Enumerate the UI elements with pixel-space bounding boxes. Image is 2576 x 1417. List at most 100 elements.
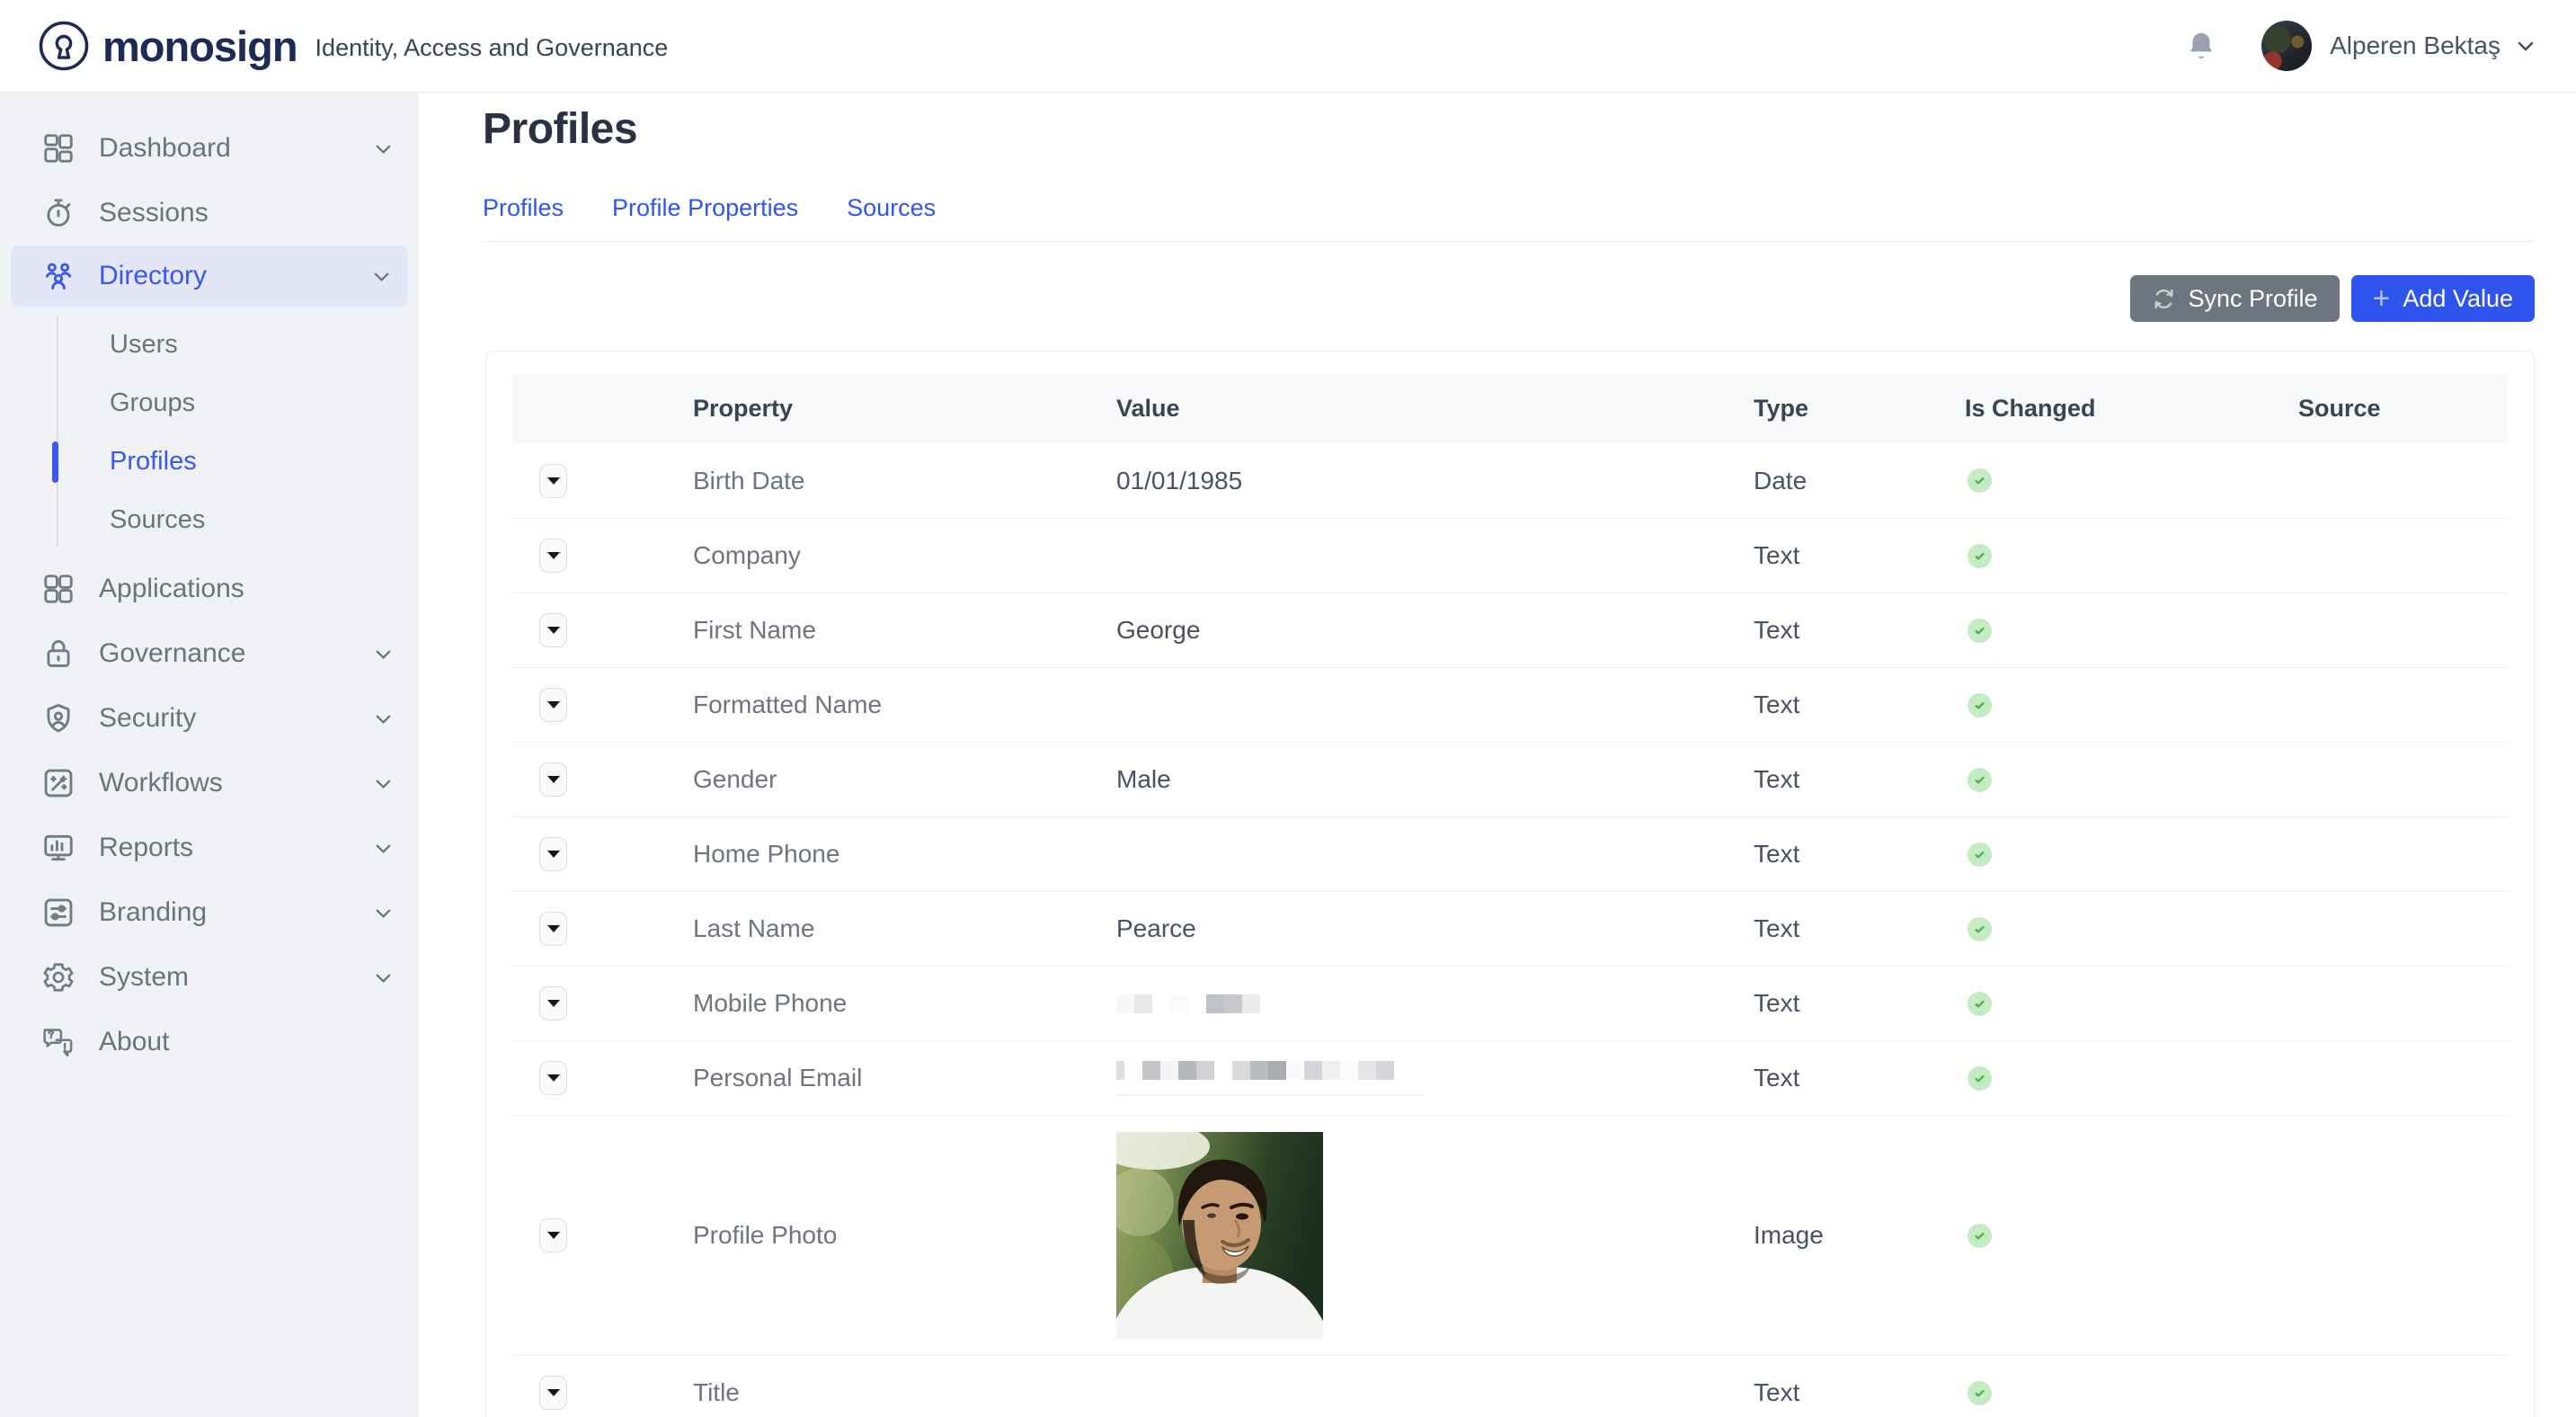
monosign-keyhole-logo-icon[interactable] <box>38 20 90 72</box>
sidebar-item-directory[interactable]: Directory <box>11 245 408 307</box>
sidebar-item-label: Governance <box>99 638 245 669</box>
caret-down-icon <box>547 925 560 932</box>
sidebar-subitem-label: Users <box>110 330 178 360</box>
sidebar-item-label: Applications <box>99 574 244 604</box>
col-header-is-changed: Is Changed <box>1965 395 2298 423</box>
user-menu-chevron-down-icon[interactable] <box>2513 33 2538 58</box>
sidebar-item-about[interactable]: About <box>0 1010 419 1074</box>
brand-name[interactable]: monosign <box>102 22 298 71</box>
type-cell: Image <box>1754 1221 1965 1250</box>
chevron-down-icon <box>371 836 395 860</box>
row-expand-button[interactable] <box>539 613 567 647</box>
sidebar-item-label: About <box>99 1027 169 1057</box>
is-changed-check-icon <box>1968 992 1992 1016</box>
property-cell: Company <box>693 541 1116 570</box>
chevron-down-icon <box>371 137 395 161</box>
property-cell: Personal Email <box>693 1064 1116 1092</box>
sidebar-item-branding[interactable]: Branding <box>0 880 419 945</box>
user-avatar[interactable] <box>2261 21 2312 71</box>
sidebar-item-users[interactable]: Users <box>0 316 419 374</box>
type-cell: Text <box>1754 914 1965 943</box>
is-changed-check-icon <box>1968 768 1992 792</box>
value-cell: Pearce <box>1116 914 1754 943</box>
sidebar-item-sessions[interactable]: Sessions <box>0 181 419 245</box>
table-row-home-phone: Home Phone Text <box>511 816 2509 891</box>
tab-sources[interactable]: Sources <box>847 194 936 222</box>
chevron-down-icon <box>371 707 395 731</box>
sidebar-item-label: Dashboard <box>99 133 231 164</box>
table-body: Birth Date 01/01/1985 Date Company Text <box>511 443 2509 1417</box>
row-expand-button[interactable] <box>539 1218 567 1252</box>
table-row-formatted-name: Formatted Name Text <box>511 667 2509 742</box>
add-value-button[interactable]: + Add Value <box>2351 275 2535 322</box>
is-changed-cell <box>1965 544 2298 568</box>
caret-down-icon <box>547 1000 560 1007</box>
brand-tagline: Identity, Access and Governance <box>315 34 669 62</box>
table-row-profile-photo: Profile Photo Image <box>511 1115 2509 1355</box>
property-cell: Gender <box>693 765 1116 794</box>
caret-down-icon <box>547 1389 560 1396</box>
plus-icon: + <box>2373 283 2391 314</box>
is-changed-cell <box>1965 468 2298 493</box>
row-expand-button[interactable] <box>539 837 567 871</box>
sidebar-item-workflows[interactable]: Workflows <box>0 751 419 815</box>
profile-properties-card: Property Value Type Is Changed Source Bi… <box>485 351 2535 1417</box>
tabs-divider <box>483 241 2535 242</box>
property-cell: Last Name <box>693 914 1116 943</box>
row-expand-button[interactable] <box>539 762 567 797</box>
is-changed-check-icon <box>1968 917 1992 941</box>
sync-profile-button[interactable]: Sync Profile <box>2130 275 2339 322</box>
notifications-bell-icon[interactable] <box>2184 29 2218 63</box>
type-cell: Date <box>1754 467 1965 495</box>
users-group-icon <box>41 258 77 294</box>
sidebar-item-governance[interactable]: Governance <box>0 621 419 686</box>
type-cell: Text <box>1754 616 1965 645</box>
sidebar-nav: Dashboard Sessions Directory Users Group… <box>0 93 419 1417</box>
is-changed-cell <box>1965 693 2298 717</box>
sidebar-item-system[interactable]: System <box>0 945 419 1010</box>
sidebar-item-profiles[interactable]: Profiles <box>0 432 419 491</box>
value-cell <box>1116 1061 1754 1096</box>
row-expand-button[interactable] <box>539 688 567 722</box>
sidebar-item-label: Security <box>99 703 196 734</box>
sidebar-item-reports[interactable]: Reports <box>0 815 419 880</box>
table-row-personal-email: Personal Email Text <box>511 1040 2509 1115</box>
top-bar: monosign Identity, Access and Governance… <box>0 0 2576 93</box>
row-expand-button[interactable] <box>539 986 567 1020</box>
col-header-value: Value <box>1116 395 1754 423</box>
value-cell: George <box>1116 616 1754 645</box>
is-changed-check-icon <box>1968 693 1992 717</box>
row-expand-button[interactable] <box>539 1061 567 1095</box>
value-cell: Male <box>1116 765 1754 794</box>
sidebar-item-groups[interactable]: Groups <box>0 374 419 432</box>
chevron-down-icon <box>371 771 395 796</box>
help-bubbles-icon <box>41 1024 77 1060</box>
stopwatch-icon <box>41 195 77 231</box>
user-name[interactable]: Alperen Bektaş <box>2330 31 2500 60</box>
property-cell: First Name <box>693 616 1116 645</box>
sidebar-item-security[interactable]: Security <box>0 686 419 751</box>
row-expand-button[interactable] <box>539 464 567 498</box>
sidebar-item-dashboard[interactable]: Dashboard <box>0 116 419 181</box>
sidebar-item-label: Workflows <box>99 768 223 798</box>
tab-bar: Profiles Profile Properties Sources <box>483 194 936 222</box>
tab-profiles[interactable]: Profiles <box>483 194 564 222</box>
redacted-value <box>1116 1061 1754 1096</box>
sidebar-item-applications[interactable]: Applications <box>0 557 419 621</box>
type-cell: Text <box>1754 989 1965 1018</box>
type-cell: Text <box>1754 840 1965 869</box>
type-cell: Text <box>1754 691 1965 719</box>
col-header-source: Source <box>2298 395 2510 423</box>
tab-profile-properties[interactable]: Profile Properties <box>612 194 798 222</box>
sidebar-item-label: Reports <box>99 833 193 863</box>
apps-grid-icon <box>41 571 77 607</box>
chevron-down-icon <box>371 901 395 925</box>
chevron-down-icon <box>371 966 395 990</box>
property-cell: Home Phone <box>693 840 1116 869</box>
sidebar-item-sources[interactable]: Sources <box>0 491 419 549</box>
type-cell: Text <box>1754 765 1965 794</box>
row-expand-button[interactable] <box>539 539 567 573</box>
row-expand-button[interactable] <box>539 912 567 946</box>
row-expand-button[interactable] <box>539 1376 567 1410</box>
property-cell: Title <box>693 1378 1116 1407</box>
